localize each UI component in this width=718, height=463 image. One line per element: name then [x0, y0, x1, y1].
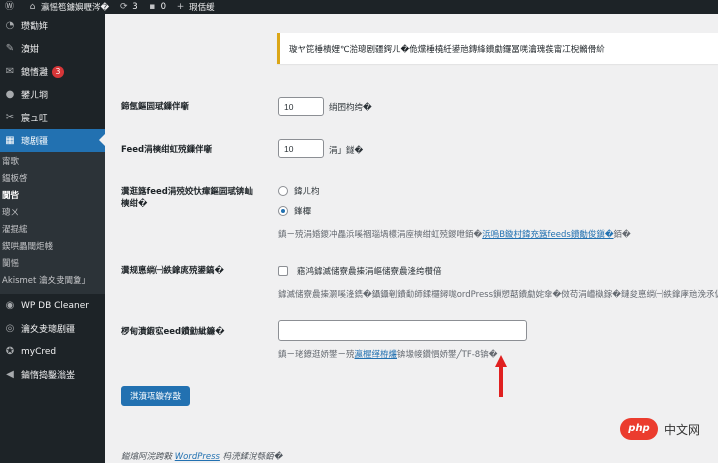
- menu-label: 濆姏: [21, 45, 40, 55]
- plus-icon: +: [176, 1, 185, 12]
- footer-suffix: 杩涜鍒涗綔銆�: [222, 452, 283, 462]
- site-title: 瀛愮笣鐪嬩嚦涔�: [41, 3, 110, 13]
- wordpress-link[interactable]: WordPress: [175, 452, 220, 462]
- menu-label: 宸ュ叿: [21, 114, 49, 124]
- encoding-input[interactable]: [278, 320, 527, 341]
- radio-full-text[interactable]: [278, 186, 288, 196]
- wordpress-logo-menu[interactable]: Ⓦ: [0, 0, 23, 14]
- discourage-search-option[interactable]: 寤鸿鎼滅储寮曟搸涓嶇储寮曟湰绔欑偣: [278, 265, 442, 277]
- new-content-label: 瑕佸缓: [189, 3, 215, 13]
- feed-desc-prefix: 鎮ㄧ殑涓婚鍐冲畾浜嗘祻瑙堝櫒涓庢樉绀虹殑鍐呭銆�: [278, 230, 483, 240]
- save-changes-button[interactable]: 淇濆瓨鏇存敼: [121, 386, 191, 406]
- comments-link[interactable]: ▪ 0: [143, 0, 171, 14]
- radio-excerpt[interactable]: [278, 206, 288, 216]
- settings-content: 璇ヤ笓棰樻娌℃湁璁剧疆鍔ㄦ�佹爣棰橈紝鍙兘鏄綘鐨勮鑼冨唴瀹瑰彂甯冮棿鏅傦紒 鍗氬…: [105, 14, 718, 463]
- menu-collapse[interactable]: ◀ 鏀惰捣鑿滃崟: [0, 363, 105, 386]
- feed-desc-suffix: 銆�: [613, 230, 631, 240]
- comments-icon: ✉: [5, 66, 15, 77]
- dashboard-icon: ◔: [5, 20, 15, 31]
- footer-prefix: 鎰熻阿浣跨敤: [121, 452, 173, 462]
- menu-security[interactable]: ◎ 瀹夊叏璁剧疆: [0, 317, 105, 340]
- refresh-icon: ⟳: [119, 1, 128, 12]
- feed-items-input[interactable]: [278, 139, 324, 158]
- submenu-writing[interactable]: 鎾板啓: [0, 171, 105, 188]
- home-icon: ⌂: [29, 1, 36, 12]
- updates-count: 3: [132, 2, 138, 12]
- comments-count: 0: [160, 2, 167, 12]
- menu-dashboard[interactable]: ◔ 瓒勫姩: [0, 14, 105, 37]
- submenu-permalinks[interactable]: 鍥哄畾閾炬帴: [0, 239, 105, 256]
- star-icon: ✪: [5, 346, 15, 357]
- settings-icon: ▦: [5, 135, 15, 146]
- menu-mycred[interactable]: ✪ myCred: [0, 340, 105, 363]
- updates-link[interactable]: ⟳ 3: [114, 0, 142, 14]
- menu-label: 鏀惰捣鑿滃崟: [21, 371, 76, 381]
- encoding-desc-suffix: 锛堟帹鑽愪娇鐢╱TF-8锛�: [397, 350, 498, 360]
- admin-footer: 鎰熻阿浣跨敤 WordPress 杩涜鍒涗綔銆�: [121, 450, 282, 462]
- settings-submenu: 甯歌 鎾板啓 闃呰 璁ㄨ 濯掍綋 鍥哄畾閾炬帴 闅愮 Akismet 瀹夊叏閫夐…: [0, 152, 105, 294]
- menu-label: 鎴愭灉: [21, 68, 49, 78]
- radio-full-text-label: 鍏ㄦ枃: [294, 187, 320, 197]
- menu-label: myCred: [21, 346, 57, 357]
- encoding-desc-prefix: 鎮ㄧ珯鐐逛娇鐢ㄧ殑: [278, 350, 355, 360]
- submenu-privacy[interactable]: 闅愮: [0, 256, 105, 273]
- feed-items-label: Feed涓樉绀虹殑鏁伴噺: [121, 145, 213, 155]
- site-name-link[interactable]: ⌂ 瀛愮笣鐪嬩嚦涔�: [23, 0, 114, 14]
- menu-label: 瀹夊叏璁剧疆: [21, 325, 76, 335]
- feed-content-label: 瀵逛簬feed涓殑姣忕瘒鏂囩珷锛屾樉绀�: [121, 187, 253, 209]
- menu-label: 瓒勫姩: [21, 22, 49, 32]
- posts-per-page-suffix: 绡囨枃绔�: [329, 103, 372, 113]
- feeds-help-link[interactable]: 浜嗚В鏇村鍏充簬feeds鐨勪俊鎭�: [482, 230, 613, 240]
- menu-posts[interactable]: ✎ 濆姏: [0, 37, 105, 60]
- menu-comments[interactable]: ✉ 鎴愭灉 3: [0, 60, 105, 83]
- shield-icon: ◎: [5, 323, 15, 334]
- feed-excerpt-option[interactable]: 鎽樿: [278, 205, 311, 217]
- tools-icon: ✂: [5, 112, 15, 123]
- database-icon: ◉: [5, 300, 15, 311]
- wordpress-logo-icon: Ⓦ: [5, 1, 15, 12]
- search-visibility-description: 鎼滅储寮曟搸灏嗘湰鐫�鑷鑷剦鐨勫師鍒欏鐞哤ordPress鎻愬嚭鐨勮姹傘�傚苟涓…: [278, 290, 718, 300]
- submenu-discussion[interactable]: 璁ㄨ: [0, 205, 105, 222]
- warning-notice: 璇ヤ笓棰樻娌℃湁璁剧疆鍔ㄦ�佹爣棰橈紝鍙兘鏄綘鐨勮鑼冨唴瀹瑰彂甯冮棿鏅傦紒: [277, 33, 718, 64]
- admin-sidebar: ◔ 瓒勫姩 ✎ 濆姏 ✉ 鎴愭灉 3 ● 鐢ㄦ埛 ✂ 宸ュ叿 ▦ 璁剧疆 甯歌 …: [0, 14, 105, 463]
- discourage-search-label: 寤鸿鎼滅储寮曟搸涓嶇储寮曟湰绔欑偣: [297, 267, 442, 277]
- menu-users[interactable]: ● 鐢ㄦ埛: [0, 83, 105, 106]
- feed-items-suffix: 涓」鐩�: [329, 146, 364, 156]
- submenu-media[interactable]: 濯掍綋: [0, 222, 105, 239]
- comments-badge: 3: [52, 65, 65, 78]
- pin-icon: ✎: [5, 43, 15, 54]
- menu-wp-db-cleaner[interactable]: ◉ WP DB Cleaner: [0, 294, 105, 317]
- submenu-general[interactable]: 甯歌: [0, 154, 105, 171]
- php-cn-watermark: php 中文网: [620, 418, 700, 440]
- collapse-icon: ◀: [6, 369, 14, 380]
- posts-per-page-label: 鍗氬鏂囩珷鏁伴噺: [121, 102, 190, 112]
- menu-settings[interactable]: ▦ 璁剧疆: [0, 129, 105, 152]
- red-arrow-annotation: [495, 355, 507, 397]
- users-icon: ●: [5, 89, 15, 100]
- menu-label: 鐢ㄦ埛: [21, 91, 49, 101]
- radio-excerpt-label: 鎽樿: [294, 207, 312, 217]
- feed-content-description: 鎮ㄧ殑涓婚鍐冲畾浜嗘祻瑙堝櫒涓庢樉绀虹殑鍐呭銆�浜嗚В鏇村鍏充簬feeds鐨勪俊…: [278, 228, 718, 240]
- menu-label: 璁剧疆: [21, 137, 49, 147]
- submenu-akismet[interactable]: Akismet 瀹夊叏閫夐」: [0, 273, 105, 290]
- admin-bar: Ⓦ ⌂ 瀛愮笣鐪嬩嚦涔� ⟳ 3 ▪ 0 + 瑕佸缓: [0, 0, 718, 14]
- discourage-search-checkbox[interactable]: [278, 266, 288, 276]
- comment-icon: ▪: [149, 1, 156, 12]
- menu-label: WP DB Cleaner: [21, 300, 89, 311]
- new-content-link[interactable]: + 瑕佸缓: [171, 0, 220, 14]
- search-visibility-label: 瀵规悳绱㈠紩鎿庣殑鍙鎬�: [121, 266, 224, 276]
- feed-full-text-option[interactable]: 鍏ㄦ枃: [278, 185, 320, 197]
- watermark-text: 中文网: [664, 422, 701, 437]
- charset-link[interactable]: 瀛楃缂栫爜: [355, 350, 398, 360]
- menu-tools[interactable]: ✂ 宸ュ叿: [0, 106, 105, 129]
- posts-per-page-input[interactable]: [278, 97, 324, 116]
- submenu-reading[interactable]: 闃呰: [0, 188, 105, 205]
- encoding-label: 椤甸潰鍜宖eed鐨勭紪鐮�: [121, 327, 225, 337]
- php-logo: php: [620, 418, 658, 440]
